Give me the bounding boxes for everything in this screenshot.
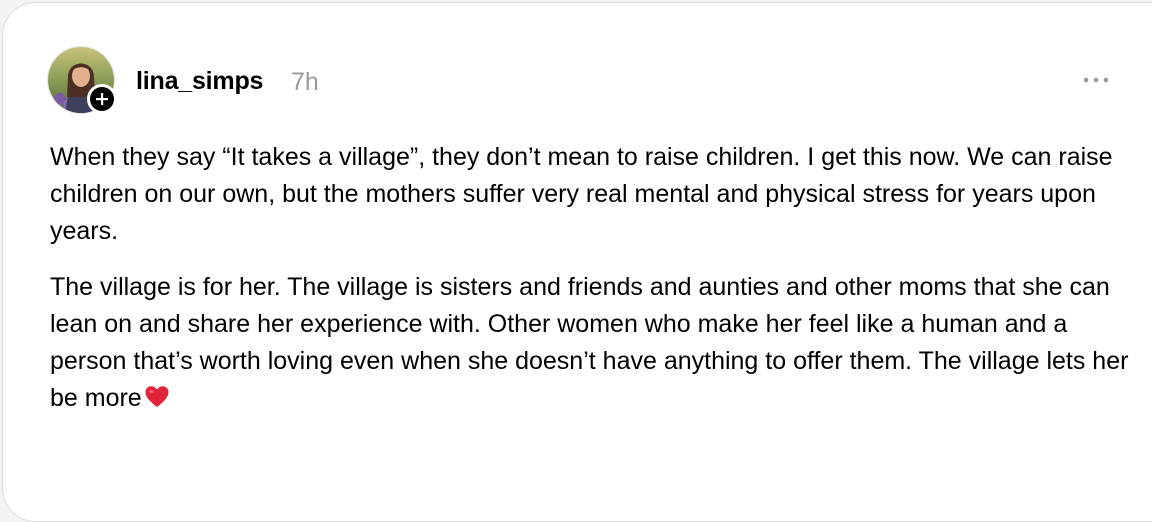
username-link[interactable]: lina_simps	[136, 66, 263, 96]
post-timestamp: 7h	[291, 68, 319, 96]
post-paragraph-1: When they say “It takes a village”, they…	[50, 139, 1135, 250]
follow-button[interactable]	[87, 84, 117, 114]
post-paragraph-2-text: The village is for her. The village is s…	[50, 273, 1129, 412]
red-heart-icon	[144, 383, 170, 420]
more-options-button[interactable]	[1079, 65, 1113, 95]
post-body: When they say “It takes a village”, they…	[50, 139, 1135, 439]
post-card: lina_simps 7h When they say “It takes a …	[2, 2, 1152, 522]
post-paragraph-1-text: When they say “It takes a village”, they…	[50, 143, 1113, 245]
post-paragraph-2: The village is for her. The village is s…	[50, 269, 1135, 420]
avatar-container[interactable]	[47, 46, 117, 114]
more-horizontal-icon	[1083, 77, 1109, 83]
plus-icon	[96, 93, 108, 105]
